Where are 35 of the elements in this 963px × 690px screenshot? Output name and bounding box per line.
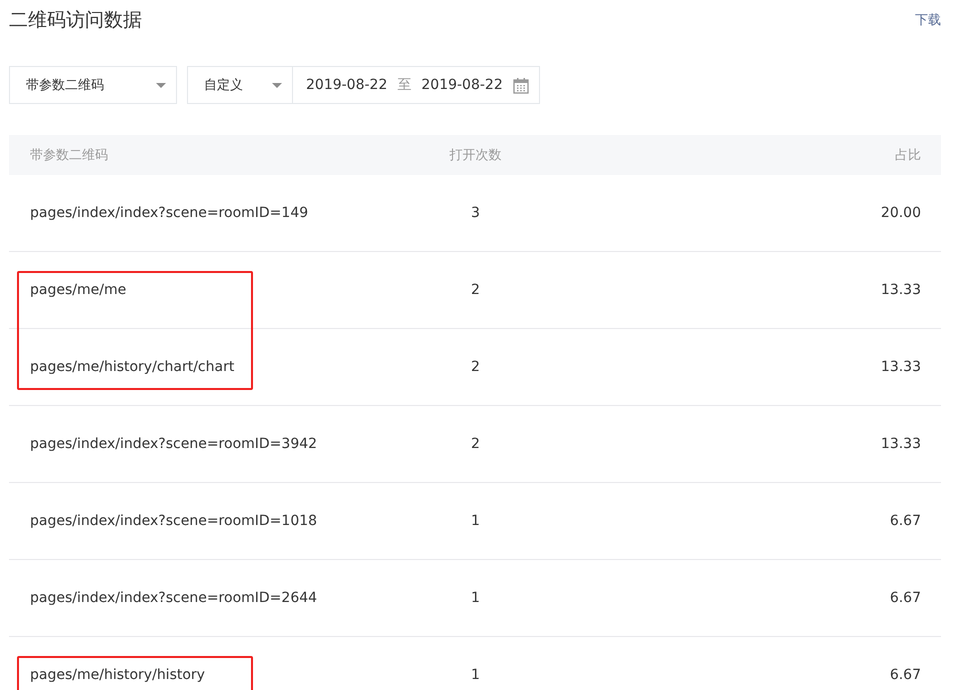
page-title: 二维码访问数据 — [9, 8, 142, 33]
page-path-cell: pages/me/history/history — [30, 667, 205, 683]
page-path-cell: pages/me/me — [30, 282, 126, 298]
share-cell-text: 13.33 — [880, 436, 921, 452]
date-separator: 至 — [397, 76, 412, 94]
share-cell-text: 6.67 — [888, 667, 921, 683]
open-count-cell-text: 3 — [470, 205, 481, 221]
column-header: 占比 — [894, 147, 921, 164]
page-path-cell: pages/index/index?scene=roomID=3942 — [30, 436, 318, 452]
column-header: 带参数二维码 — [30, 147, 109, 164]
page-path-cell: pages/index/index?scene=roomID=1018 — [30, 513, 318, 529]
share-cell-text: 6.67 — [888, 590, 921, 606]
open-count-cell-text: 1 — [470, 667, 481, 683]
page-path-cell: pages/index/index?scene=roomID=2644 — [30, 590, 318, 606]
open-count-cell-text: 2 — [470, 359, 481, 375]
start-date[interactable]: 2019-08-22 — [306, 77, 388, 93]
share-cell-text: 20.00 — [880, 205, 921, 221]
download-link[interactable]: 下载 — [915, 11, 941, 29]
open-count-cell-text: 1 — [470, 590, 481, 606]
end-date[interactable]: 2019-08-22 — [421, 77, 503, 93]
open-count-cell-text: 2 — [470, 282, 481, 298]
page-path-cell: pages/index/index?scene=roomID=149 — [30, 205, 308, 221]
qrcode-type-dropdown[interactable]: 带参数二维码 — [9, 66, 177, 104]
open-count-cell-text: 1 — [470, 513, 481, 529]
range-dropdown[interactable]: 自定义 — [188, 67, 293, 103]
share-cell-text: 13.33 — [880, 359, 921, 375]
caret-icon — [272, 82, 282, 88]
open-count-cell-text: 2 — [470, 436, 481, 452]
calendar-icon[interactable] — [512, 76, 529, 94]
share-cell-text: 6.67 — [888, 513, 921, 529]
page-path-cell: pages/me/history/chart/chart — [30, 359, 234, 375]
share-cell-text: 13.33 — [880, 282, 921, 298]
date-range-picker[interactable]: 自定义 2019-08-22 至 2019-08-22 — [187, 66, 540, 104]
column-header: 打开次数 — [448, 147, 502, 164]
caret-icon — [156, 82, 166, 88]
